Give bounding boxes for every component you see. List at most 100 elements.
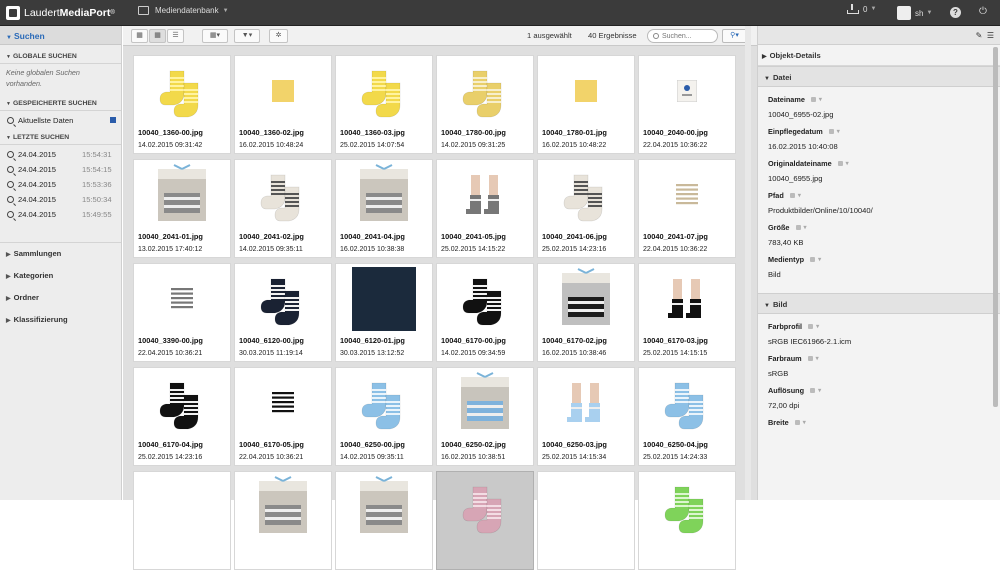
asset-card[interactable]: 10040_2041-04.jpg 16.02.2015 10:38:38 [335,159,433,258]
chevron-down-icon[interactable]: ▾ [816,323,819,330]
recent-search-item[interactable]: 24.04.2015 15:50:34 [0,192,121,207]
edit-icon[interactable]: ✎ [976,31,983,40]
recent-search-item[interactable]: 24.04.2015 15:54:15 [0,162,121,177]
logout-button[interactable]: ⏻ [979,6,987,17]
asset-card[interactable]: 10040_6170-05.jpg 22.04.2015 10:36:21 [234,367,332,466]
search-panel-header[interactable]: ▼ Suchen [0,26,121,45]
asset-filename: 10040_6170-03.jpg [643,336,708,345]
tag-icon[interactable] [810,257,816,262]
chevron-down-icon[interactable]: ▾ [798,192,801,199]
recent-search-item[interactable]: 24.04.2015 15:54:31 [0,147,121,162]
asset-thumbnail [639,264,735,333]
app-logo[interactable]: Laudert MediaPort ® [6,5,115,21]
tag-icon[interactable] [810,388,816,393]
asset-card[interactable]: 10040_1780-01.jpg 16.02.2015 10:48:22 [537,55,635,154]
chevron-down-icon[interactable]: ▾ [803,419,806,426]
asset-card[interactable] [234,471,332,570]
asset-card[interactable]: 10040_6120-00.jpg 30.03.2015 11:19:14 [234,263,332,362]
chevron-down-icon[interactable]: ▾ [837,128,840,135]
recent-searches-header[interactable]: ▼ LETZTE SUCHEN [0,130,121,145]
details-scrollbar[interactable] [993,47,998,407]
settings-button[interactable]: ✲ [269,29,288,43]
asset-card[interactable]: 10040_6170-04.jpg 25.02.2015 14:23:16 [133,367,231,466]
asset-card[interactable]: 10040_2041-02.jpg 14.02.2015 09:35:11 [234,159,332,258]
filter-dropdown[interactable]: ▼▾ [234,29,260,43]
classification-section[interactable]: ▶ Klassifizierung [0,309,121,331]
asset-filename: 10040_6250-02.jpg [441,440,506,449]
tag-icon[interactable] [828,129,834,134]
asset-card[interactable]: 10040_2041-06.jpg 25.02.2015 14:23:16 [537,159,635,258]
recent-search-item[interactable]: 24.04.2015 15:53:36 [0,177,121,192]
results-scrollbar[interactable] [745,26,751,500]
saved-searches-header[interactable]: ▼ GESPEICHERTE SUCHEN [0,96,121,111]
asset-card[interactable]: 10040_2041-07.jpg 22.04.2015 10:36:22 [638,159,736,258]
asset-thumbnail [336,160,432,229]
asset-card[interactable]: 10040_6170-00.jpg 14.02.2015 09:34:59 [436,263,534,362]
asset-thumbnail [639,368,735,437]
tag-icon[interactable] [794,420,800,425]
chevron-down-icon[interactable]: ▾ [816,355,819,362]
asset-card[interactable]: 10040_6250-00.jpg 14.02.2015 09:35:11 [335,367,433,466]
global-searches-empty: Keine globalen Suchen vorhanden. [6,68,80,88]
downloads-button[interactable]: 0 ▼ [847,4,876,14]
view-list-button[interactable]: ☰ [167,29,184,43]
asset-card[interactable] [436,471,534,570]
asset-card[interactable]: 10040_1360-00.jpg 14.02.2015 09:31:42 [133,55,231,154]
tag-icon[interactable] [789,193,795,198]
search-panel-title: Suchen [13,31,45,41]
tag-icon[interactable] [837,161,843,166]
recent-search-item[interactable]: 24.04.2015 15:49:55 [0,207,121,222]
view-large-grid-button[interactable]: ▦ [131,29,148,43]
tag-icon[interactable] [810,97,816,102]
asset-card[interactable]: 10040_3390-00.jpg 22.04.2015 10:36:21 [133,263,231,362]
search-options-button[interactable]: ⚲▾ [722,29,747,43]
file-section-title: Datei [772,73,792,82]
user-menu[interactable]: sh ▼ [897,6,932,20]
chevron-down-icon: ▼ [6,135,11,141]
asset-card[interactable]: 10040_6250-03.jpg 25.02.2015 14:15:34 [537,367,635,466]
asset-filename: 10040_6120-00.jpg [239,336,304,345]
chevron-down-icon[interactable]: ▾ [818,256,821,263]
object-details-header[interactable]: ▶ Objekt-Details [758,45,1000,66]
collections-section[interactable]: ▶ Sammlungen [0,243,121,265]
flag-icon[interactable] [110,117,116,123]
asset-card[interactable]: 10040_6250-04.jpg 25.02.2015 14:24:33 [638,367,736,466]
chevron-down-icon[interactable]: ▾ [819,96,822,103]
menu-icon[interactable]: ☰ [987,31,994,40]
chevron-down-icon[interactable]: ▾ [804,224,807,231]
detail-field: Farbraum ▾ sRGB [758,346,1000,378]
classification-label: Klassifizierung [13,315,68,324]
asset-card[interactable]: 10040_2041-05.jpg 25.02.2015 14:15:22 [436,159,534,258]
asset-thumbnail [134,472,230,541]
asset-card[interactable] [133,471,231,570]
image-section-header[interactable]: ▼ Bild [758,293,1000,314]
saved-search-item[interactable]: Aktuellste Daten [0,113,121,128]
asset-card[interactable]: 10040_6170-02.jpg 16.02.2015 10:38:46 [537,263,635,362]
global-searches-header[interactable]: ▼ GLOBALE SUCHEN [0,49,121,64]
view-small-grid-button[interactable]: ▦ [149,29,166,43]
categories-section[interactable]: ▶ Kategorien [0,265,121,287]
file-fields: Dateiname ▾ 10040_6955-02.jpg Einpflegedatu… [758,87,1000,279]
asset-card[interactable]: 10040_1780-00.jpg 14.02.2015 09:31:25 [436,55,534,154]
asset-card[interactable] [335,471,433,570]
asset-card[interactable]: 10040_6170-03.jpg 25.02.2015 14:15:15 [638,263,736,362]
asset-card[interactable]: 10040_6250-02.jpg 16.02.2015 10:38:51 [436,367,534,466]
chevron-down-icon[interactable]: ▾ [818,387,821,394]
module-switcher[interactable]: Mediendatenbank ▼ [138,6,229,15]
tag-icon[interactable] [807,356,813,361]
tag-icon[interactable] [808,324,814,329]
asset-card[interactable]: 10040_2041-01.jpg 13.02.2015 17:40:12 [133,159,231,258]
detail-field: Einpflegedatum ▾ 16.02.2015 10:40:08 [758,119,1000,151]
asset-card[interactable]: 10040_1360-03.jpg 25.02.2015 14:07:54 [335,55,433,154]
tag-icon[interactable] [795,225,801,230]
asset-card[interactable]: 10040_2040-00.jpg 22.04.2015 10:36:22 [638,55,736,154]
asset-card[interactable] [537,471,635,570]
file-section-header[interactable]: ▼ Datei [758,66,1000,87]
help-button[interactable]: ? [950,7,961,18]
asset-card[interactable]: 10040_6120-01.jpg 30.03.2015 13:12:52 [335,263,433,362]
asset-card[interactable] [638,471,736,570]
layout-dropdown[interactable]: ▦▾ [202,29,228,43]
chevron-down-icon[interactable]: ▾ [846,160,849,167]
folders-section[interactable]: ▶ Ordner [0,287,121,309]
asset-card[interactable]: 10040_1360-02.jpg 16.02.2015 10:48:24 [234,55,332,154]
